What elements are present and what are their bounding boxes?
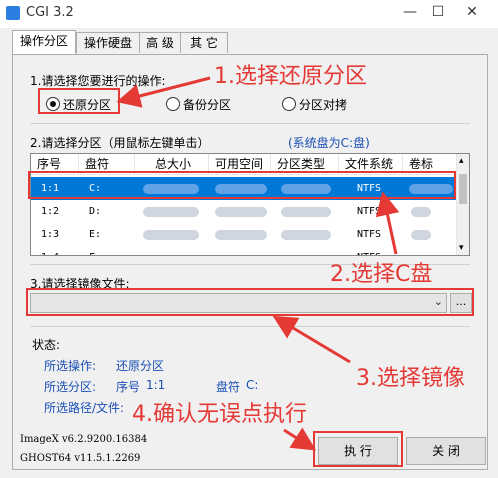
status-part-label: 所选分区: (44, 380, 97, 394)
redacted-value (411, 230, 431, 240)
cell-fs: NTFS (357, 206, 382, 217)
minimize-icon[interactable]: — (400, 4, 420, 20)
status-drive-label: 盘符 (216, 380, 241, 394)
highlight-image (26, 288, 474, 316)
status-op-value: 还原分区 (116, 359, 165, 373)
cell-no: 1:2 (41, 206, 60, 217)
redacted-value (411, 207, 431, 217)
tab-disk-ops[interactable]: 操作硬盘 (76, 32, 140, 53)
redacted-value (281, 230, 331, 240)
radio-copy-label: 分区对拷 (299, 98, 348, 112)
radio-copy[interactable]: 分区对拷 (282, 96, 347, 113)
close-icon[interactable]: ✕ (462, 4, 482, 20)
ghost-version: GHOST64 v11.5.1.2269 (20, 453, 141, 464)
cell-no: 1:3 (41, 229, 60, 240)
table-row[interactable]: 1:3 E: NTFS (31, 223, 457, 246)
imagex-version: ImageX v6.2.9200.16384 (20, 434, 148, 445)
annotation-step3: 3.选择镜像 (356, 366, 465, 391)
tab-partition-ops[interactable]: 操作分区 (12, 30, 76, 55)
partition-prompt: 2.请选择分区（用鼠标左键单击） (30, 136, 210, 150)
redacted-value (143, 230, 199, 240)
redacted-value (281, 207, 331, 217)
radio-backup[interactable]: 备份分区 (166, 96, 231, 113)
cell-drive: E: (89, 229, 102, 240)
tab-other[interactable]: 其 它 (180, 32, 228, 53)
close-button[interactable]: 关 闭 (406, 437, 486, 465)
annotation-step4: 4.确认无误点执行 (132, 402, 307, 427)
status-area: 状态: (32, 336, 60, 353)
table-row[interactable]: 1:4 F: NTFS (31, 246, 457, 255)
scroll-up-icon[interactable]: ▴ (459, 156, 464, 166)
highlight-c-row (28, 171, 456, 199)
cell-drive: F: (89, 246, 101, 255)
highlight-execute (313, 431, 403, 467)
system-disk-note: (系统盘为C:盘) (288, 136, 370, 150)
redacted-value (215, 230, 267, 240)
divider (30, 123, 470, 124)
status-title: 状态: (32, 338, 61, 352)
window-title: CGI 3.2 (26, 5, 74, 20)
redacted-value (143, 207, 199, 217)
scroll-thumb[interactable] (459, 174, 467, 204)
redacted-value (215, 207, 267, 217)
app-icon (6, 6, 20, 20)
divider (30, 326, 470, 327)
partition-table[interactable]: 序号 盘符 总大小 可用空间 分区类型 文件系统 卷标 1:1 C: NTFS … (30, 153, 470, 256)
radio-unselected-icon (282, 97, 296, 111)
radio-backup-label: 备份分区 (183, 98, 232, 112)
tab-advanced[interactable]: 高 级 (139, 32, 181, 53)
status-drive: C: (246, 378, 259, 392)
cell-fs: NTFS (357, 246, 381, 255)
cell-fs: NTFS (357, 229, 382, 240)
cell-no: 1:4 (41, 246, 59, 255)
status-path-label: 所选路径/文件: (44, 401, 125, 415)
status-part-no-label: 序号 (116, 380, 141, 394)
maximize-icon[interactable]: ☐ (428, 4, 448, 20)
title-bar: CGI 3.2 — ☐ ✕ (0, 0, 498, 28)
cell-drive: D: (89, 206, 102, 217)
radio-unselected-icon (166, 97, 180, 111)
table-scrollbar[interactable]: ▴ ▾ (456, 154, 469, 255)
annotation-step1: 1.选择还原分区 (214, 64, 367, 89)
table-row[interactable]: 1:2 D: NTFS (31, 200, 457, 223)
status-op-label: 所选操作: (44, 359, 97, 373)
annotation-step2: 2.选择C盘 (330, 262, 433, 287)
highlight-restore (38, 88, 120, 114)
status-part-no: 1:1 (146, 378, 166, 392)
operation-prompt: 1.请选择您要进行的操作: (30, 74, 166, 88)
scroll-down-icon[interactable]: ▾ (459, 243, 464, 253)
